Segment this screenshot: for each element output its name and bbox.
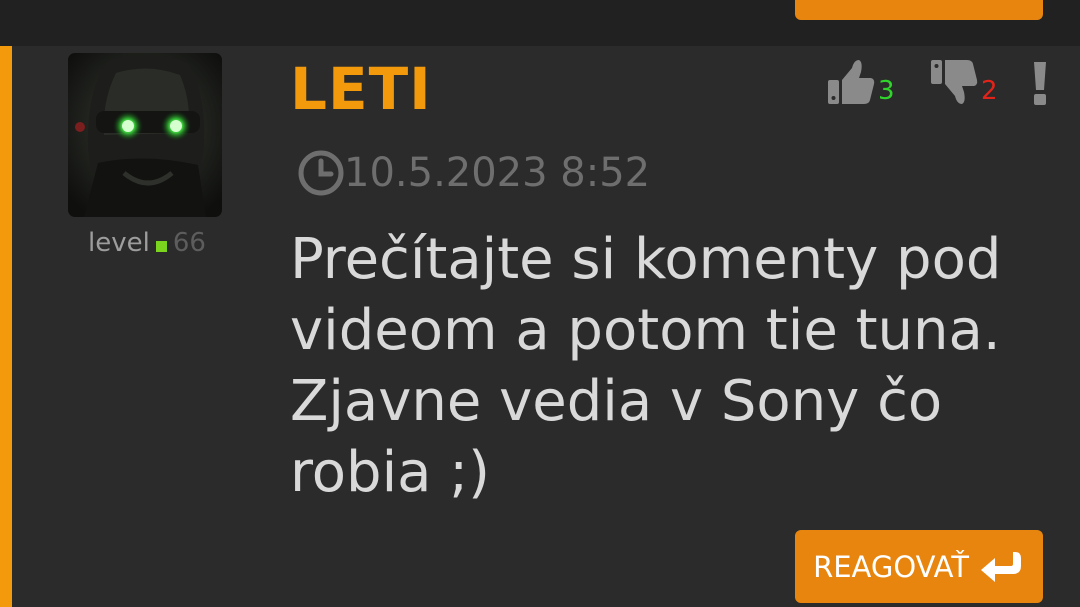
- exclamation-icon: [1030, 60, 1050, 106]
- thumbs-up-icon: [826, 58, 876, 106]
- dislike-button[interactable]: 2: [929, 58, 998, 106]
- timestamp-text: 10.5.2023 8:52: [344, 150, 651, 196]
- dislike-count: 2: [981, 76, 998, 106]
- clock-icon: [298, 150, 344, 196]
- reply-button-label: REAGOVAŤ: [813, 549, 969, 584]
- comment-body: Prečítajte si komenty pod videom a potom…: [290, 227, 1002, 505]
- top-bar: [0, 0, 1080, 46]
- like-button[interactable]: 3: [826, 58, 895, 106]
- user-level: level 66: [88, 228, 206, 258]
- level-value: 66: [172, 228, 206, 258]
- level-indicator-dot: [155, 240, 167, 252]
- reply-button[interactable]: REAGOVAŤ: [795, 530, 1043, 603]
- avatar[interactable]: [68, 53, 222, 217]
- comment-card: level 66 LETI 10.5.2023 8:52 Prečítajte …: [0, 46, 1080, 607]
- accent-stripe: [0, 46, 12, 607]
- reply-arrow-icon: [979, 548, 1025, 586]
- previous-react-button[interactable]: [795, 0, 1043, 20]
- comment-timestamp: 10.5.2023 8:52: [298, 150, 650, 196]
- report-button[interactable]: [1030, 60, 1050, 106]
- like-count: 3: [878, 76, 895, 106]
- comment-author[interactable]: LETI: [290, 60, 432, 118]
- thumbs-down-icon: [929, 58, 979, 106]
- level-label: level: [88, 228, 150, 258]
